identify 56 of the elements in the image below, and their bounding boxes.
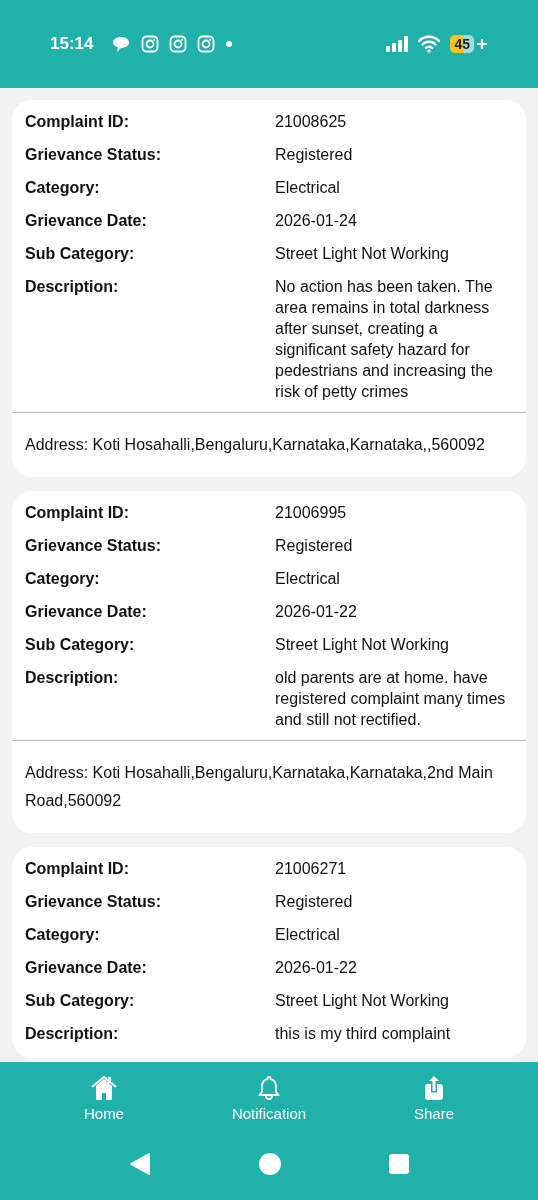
field-value: Street Light Not Working: [275, 635, 450, 655]
camera-icon: [169, 35, 188, 53]
dot-icon: [225, 40, 234, 48]
address-text: Address: Koti Hosahalli,Bengaluru,Karnataka,Karnataka,2nd Main Road,560092: [24, 763, 494, 811]
recents-icon[interactable]: [389, 1154, 409, 1174]
field-value: 21006995: [275, 503, 348, 523]
field-label: Complaint ID:: [25, 859, 130, 879]
nav-tab[interactable]: Notification: [231, 1074, 307, 1122]
field-label: Grievance Status:: [25, 536, 163, 556]
field-label: Grievance Date:: [25, 602, 148, 622]
field-label: Grievance Date:: [25, 958, 148, 978]
camera-icon: [197, 35, 216, 53]
clock-time: 15:14: [50, 34, 94, 54]
nav-tab[interactable]: Share: [414, 1074, 454, 1122]
field-value: Street Light Not Working: [275, 244, 450, 264]
field-label: Description:: [25, 668, 120, 688]
plus-icon: [476, 38, 488, 50]
field-label: Description:: [25, 1024, 120, 1044]
field-label: Grievance Date:: [25, 211, 148, 231]
nav-tab[interactable]: Home: [83, 1074, 124, 1122]
field-value: 2026-01-22: [275, 602, 358, 622]
field-value: Electrical: [275, 178, 341, 198]
field-value: 21008625: [275, 112, 348, 132]
camera-icon: [141, 35, 160, 53]
field-value: this is my third complaint: [275, 1024, 452, 1044]
field-value: Registered: [275, 892, 354, 912]
field-value: 2026-01-24: [275, 211, 358, 231]
field-value: 2026-01-22: [275, 958, 358, 978]
address-text: Address: Koti Hosahalli,Bengaluru,Karnataka,Karnataka,,560092: [24, 435, 486, 455]
share-icon: [422, 1074, 446, 1101]
field-value: old parents are at home. have registered complaint many times and still not rectified.: [275, 668, 507, 730]
field-value: Electrical: [275, 569, 341, 589]
field-label: Complaint ID:: [25, 503, 130, 523]
field-value: Registered: [275, 536, 354, 556]
field-label: Grievance Status:: [25, 145, 163, 165]
field-value: Registered: [275, 145, 354, 165]
field-value: Electrical: [275, 925, 341, 945]
home-button-icon[interactable]: [259, 1153, 281, 1175]
field-value: 21006271: [275, 859, 348, 879]
signal-icon: [386, 36, 409, 52]
chat-bubble-icon: [111, 35, 132, 53]
field-label: Description:: [25, 277, 120, 297]
bell-icon: [256, 1074, 281, 1101]
field-label: Complaint ID:: [25, 112, 130, 132]
field-value: No action has been taken. The area remains in total darkness after sunset, creating a significant safety hazard for pedestrians and increasing the risk of petty crimes: [275, 277, 494, 402]
field-value: Street Light Not Working: [275, 991, 450, 1011]
field-label: Sub Category:: [25, 244, 136, 264]
field-label: Category:: [25, 569, 101, 589]
back-icon[interactable]: [129, 1152, 151, 1176]
field-label: Category:: [25, 925, 101, 945]
field-label: Sub Category:: [25, 635, 136, 655]
field-label: Grievance Status:: [25, 892, 163, 912]
field-label: Category:: [25, 178, 101, 198]
home-icon: [89, 1074, 118, 1101]
field-label: Sub Category:: [25, 991, 136, 1011]
wifi-icon: [418, 35, 441, 53]
